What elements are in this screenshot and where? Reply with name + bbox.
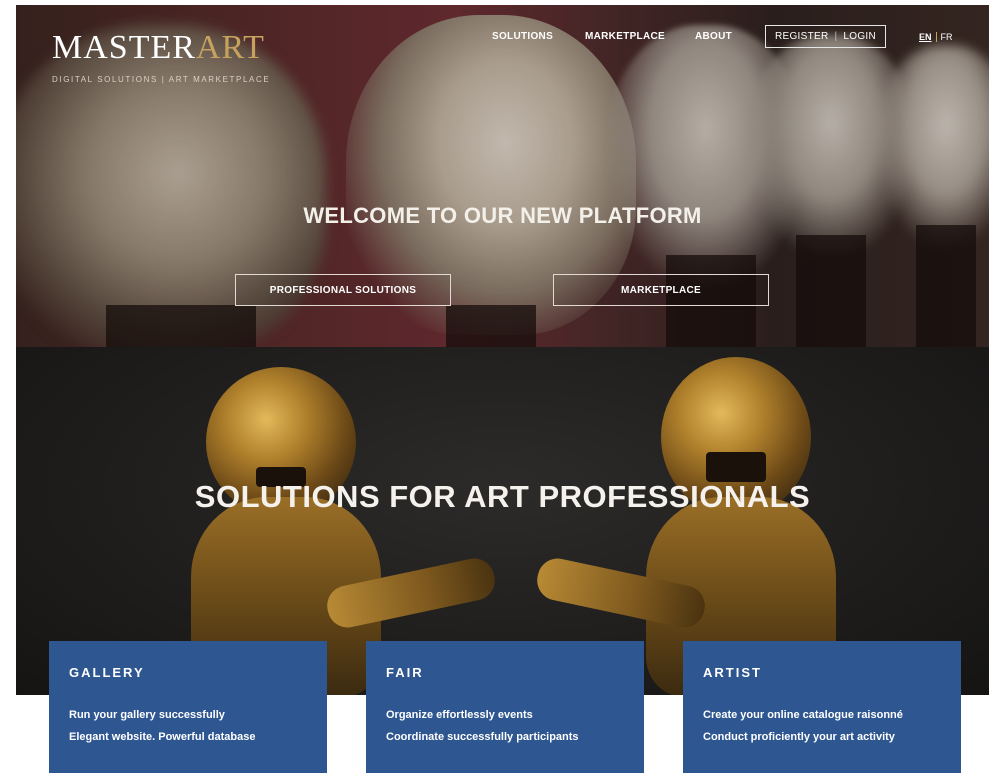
main-nav: SOLUTIONS MARKETPLACE ABOUT REGISTER | L… — [16, 25, 989, 51]
lang-divider — [935, 32, 937, 42]
card-line: Organize effortlessly events — [386, 709, 533, 721]
nav-about-link[interactable]: ABOUT — [695, 31, 732, 43]
artist-card[interactable]: ARTIST Create your online catalogue rais… — [683, 641, 961, 773]
professional-solutions-button[interactable]: PROFESSIONAL SOLUTIONS — [235, 274, 451, 306]
nav-solutions-link[interactable]: SOLUTIONS — [492, 31, 553, 43]
card-line: Conduct proficiently your art activity — [703, 731, 895, 743]
lang-fr-link[interactable]: FR — [941, 31, 953, 43]
hero-title: WELCOME TO OUR NEW PLATFORM — [303, 203, 702, 228]
gallery-card[interactable]: GALLERY Run your gallery successfully El… — [49, 641, 327, 773]
lang-en-link[interactable]: EN — [919, 31, 932, 43]
card-line: Coordinate successfully participants — [386, 731, 579, 743]
marketplace-button[interactable]: MARKETPLACE — [553, 274, 769, 306]
card-title: FAIR — [386, 665, 424, 680]
card-line: Elegant website. Powerful database — [69, 731, 256, 743]
register-link[interactable]: REGISTER — [775, 31, 829, 42]
card-title: GALLERY — [69, 665, 145, 680]
card-line: Run your gallery successfully — [69, 709, 225, 721]
auth-box: REGISTER | LOGIN — [765, 25, 886, 48]
lion-mouth — [706, 452, 766, 482]
auth-separator: | — [834, 31, 838, 42]
logo-tagline: DIGITAL SOLUTIONS | ART MARKETPLACE — [52, 75, 271, 84]
page: MASTERART DIGITAL SOLUTIONS | ART MARKET… — [16, 5, 989, 773]
card-line: Create your online catalogue raisonné — [703, 709, 903, 721]
fair-card[interactable]: FAIR Organize effortlessly events Coordi… — [366, 641, 644, 773]
solutions-title: SOLUTIONS FOR ART PROFESSIONALS — [194, 479, 811, 514]
language-switcher: EN FR — [919, 31, 953, 43]
nav-marketplace-link[interactable]: MARKETPLACE — [585, 31, 665, 43]
hero-section: MASTERART DIGITAL SOLUTIONS | ART MARKET… — [16, 5, 989, 347]
login-link[interactable]: LOGIN — [843, 31, 876, 42]
card-title: ARTIST — [703, 665, 762, 680]
